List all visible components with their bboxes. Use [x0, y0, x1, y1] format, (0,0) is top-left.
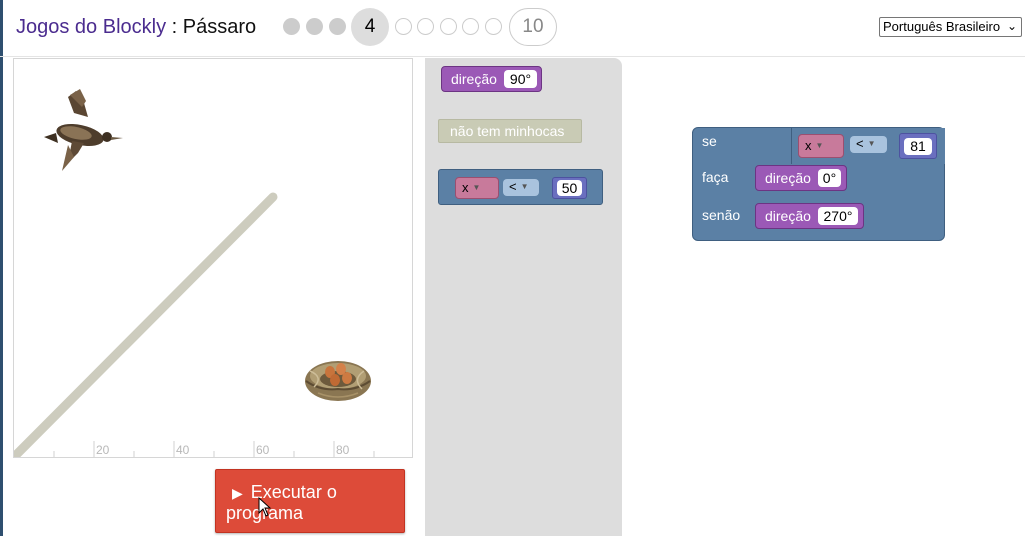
condition-compare-block[interactable]: x ▼ < ▼ 81 [791, 128, 945, 164]
dropdown-arrow-icon: ▼ [472, 183, 481, 192]
nest-icon [305, 361, 371, 401]
if-else-block[interactable]: se faça senão x ▼ < ▼ 81 direção 0° direçã… [692, 127, 945, 241]
level-8-link[interactable] [462, 18, 479, 35]
level-9-link[interactable] [485, 18, 502, 35]
toolbox-flyout: direção 90° não tem minhocas x ▼ < ▼ 50 [425, 58, 622, 536]
heading-block[interactable]: direção 90° [441, 66, 542, 92]
heading-block[interactable]: direção 270° [755, 203, 864, 229]
current-level[interactable]: 4 [351, 8, 389, 46]
operator-value: < [509, 179, 517, 194]
app-title-link[interactable]: Jogos do Blockly [16, 16, 166, 38]
level-1-link[interactable] [283, 18, 300, 35]
number-field[interactable]: 50 [557, 180, 582, 196]
language-select[interactable]: Português Brasileiro ⌄ [879, 17, 1022, 37]
x-coordinate-dropdown[interactable]: x ▼ [798, 134, 844, 158]
game-scene: 20 40 60 80 [14, 89, 375, 457]
play-icon: ▶ [232, 485, 243, 501]
no-worms-block[interactable]: não tem minhocas [438, 119, 582, 143]
level-3-link[interactable] [329, 18, 346, 35]
x-coordinate-dropdown[interactable]: x ▼ [455, 177, 499, 199]
level-7-link[interactable] [440, 18, 457, 35]
language-select-value: Português Brasileiro [883, 19, 1001, 34]
bird-icon [44, 89, 123, 171]
dropdown-arrow-icon: ▼ [520, 182, 529, 191]
level-6-link[interactable] [417, 18, 434, 35]
heading-value-field[interactable]: 0° [818, 169, 841, 187]
heading-block[interactable]: direção 0° [755, 165, 847, 191]
dropdown-arrow-icon: ▼ [815, 141, 824, 150]
heading-block-label: direção [451, 71, 497, 87]
axis-tick-label: 60 [256, 443, 270, 457]
axis-tick-label: 80 [336, 443, 350, 457]
x-coordinate-value: x [462, 180, 469, 195]
last-level-link[interactable]: 10 [509, 8, 557, 46]
blockly-workspace[interactable]: se faça senão x ▼ < ▼ 81 direção 0° direçã… [622, 58, 1025, 536]
heading-value-field[interactable]: 270° [818, 207, 858, 225]
no-worms-label: não tem minhocas [450, 123, 565, 139]
heading-block-label: direção [765, 208, 811, 224]
if-label: se [702, 133, 717, 149]
page-title: Jogos do Blockly : Pássaro [16, 16, 256, 39]
mouse-cursor-icon [258, 497, 272, 517]
level-name: Pássaro [182, 16, 257, 38]
level-5-link[interactable] [395, 18, 412, 35]
header: Jogos do Blockly : Pássaro 4 10 Portuguê… [0, 0, 1025, 57]
operator-dropdown[interactable]: < ▼ [503, 179, 539, 196]
number-block[interactable]: 50 [552, 177, 587, 199]
window-edge [0, 0, 3, 536]
chevron-down-icon: ⌄ [1006, 19, 1017, 33]
operator-value: < [856, 136, 864, 151]
else-label: senão [702, 207, 741, 223]
level-2-link[interactable] [306, 18, 323, 35]
number-block[interactable]: 81 [899, 133, 937, 159]
x-coordinate-value: x [805, 138, 812, 153]
axis-tick-label: 20 [96, 443, 110, 457]
operator-dropdown[interactable]: < ▼ [850, 136, 887, 153]
axis-tick-label: 40 [176, 443, 190, 457]
title-separator: : [171, 16, 178, 38]
run-program-button[interactable]: ▶Executar o programa [215, 469, 405, 533]
game-canvas: 20 40 60 80 [13, 58, 413, 458]
do-label: faça [702, 169, 729, 185]
number-field[interactable]: 81 [904, 138, 932, 155]
dropdown-arrow-icon: ▼ [867, 139, 876, 148]
heading-block-label: direção [765, 170, 811, 186]
heading-value-field[interactable]: 90° [504, 70, 537, 88]
wall-line [14, 192, 278, 457]
compare-block[interactable]: x ▼ < ▼ 50 [438, 169, 603, 205]
